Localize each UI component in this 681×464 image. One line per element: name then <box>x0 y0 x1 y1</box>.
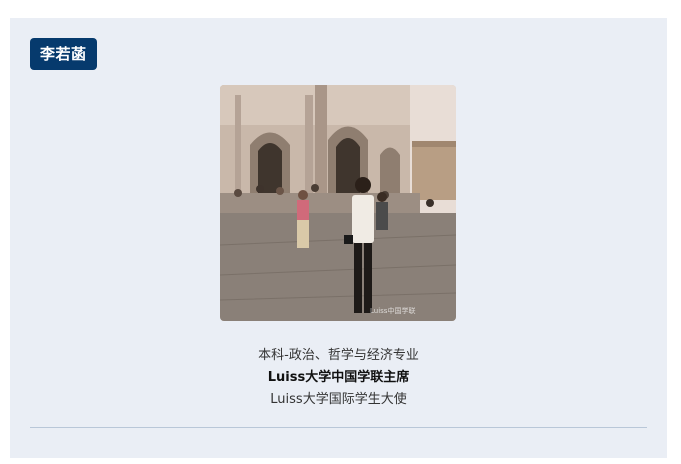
role-line: Luiss大学中国学联主席 <box>267 370 410 385</box>
profile-photo: Luiss中国学联 <box>220 85 456 321</box>
ambassador-line: Luiss大学国际学生大使 <box>270 392 407 407</box>
program-line: 本科-政治、哲学与经济专业 <box>258 348 419 363</box>
divider <box>30 427 647 428</box>
profile-card: 李若菡 Luiss中国学联 本科-政治、哲学与经济专业 Luiss大学中国学联主… <box>10 18 667 458</box>
photo-watermark: Luiss中国学联 <box>370 306 415 315</box>
name-badge: 李若菡 <box>30 38 97 70</box>
